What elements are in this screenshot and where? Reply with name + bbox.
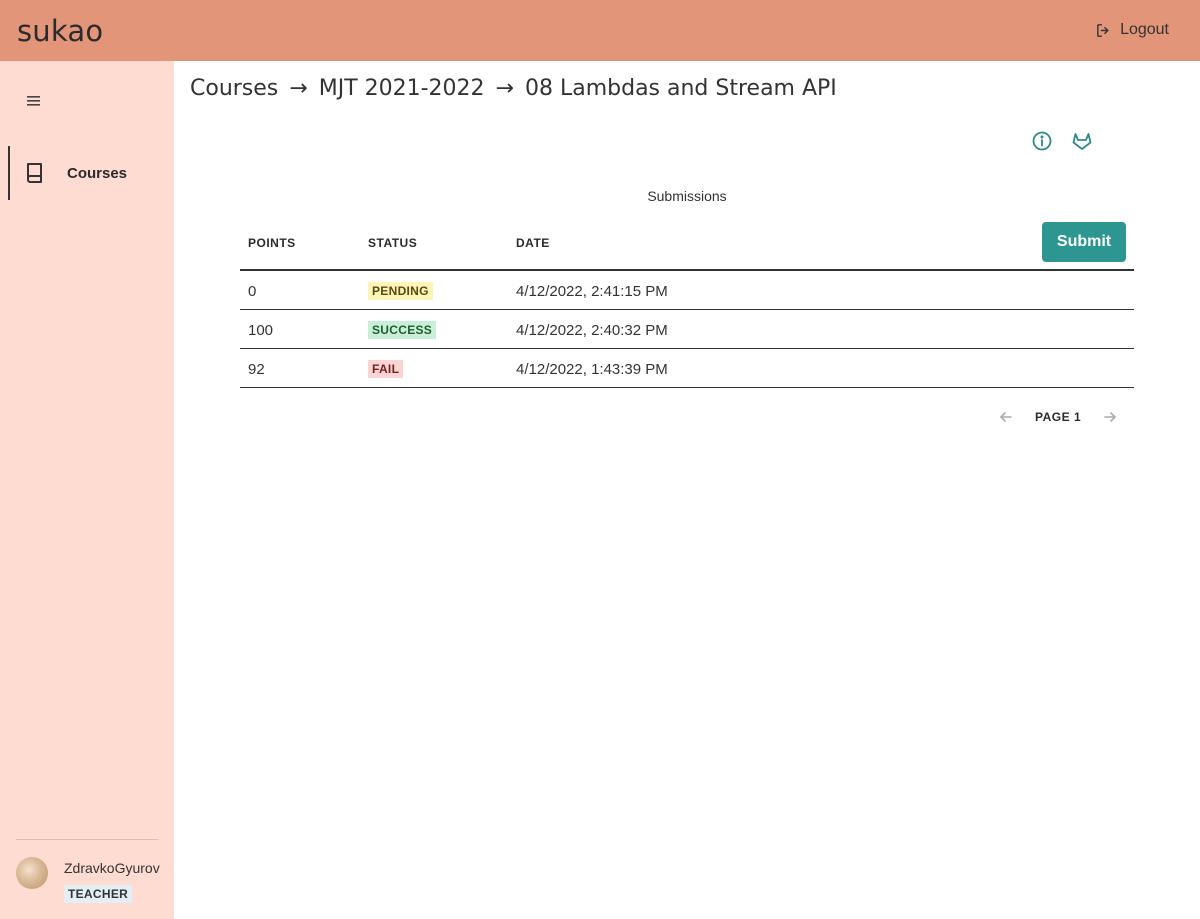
top-bar: sukao Logout <box>0 0 1200 61</box>
table-row[interactable]: 100 SUCCESS 4/12/2022, 2:40:32 PM <box>240 310 1134 349</box>
submit-button[interactable]: Submit <box>1042 222 1126 262</box>
next-page-button[interactable] <box>1100 407 1120 427</box>
info-icon <box>1032 131 1052 151</box>
breadcrumb: Courses → MJT 2021-2022 → 08 Lambdas and… <box>190 76 837 101</box>
status-badge: SUCCESS <box>368 321 437 339</box>
prev-page-button[interactable] <box>996 407 1016 427</box>
table-header: POINTS STATUS DATE Submit <box>240 215 1134 271</box>
avatar[interactable] <box>16 857 48 889</box>
column-header-points: POINTS <box>248 236 296 250</box>
arrow-left-icon <box>1000 412 1012 422</box>
arrow-right-icon <box>1104 412 1116 422</box>
app-title: sukao <box>17 14 104 48</box>
breadcrumb-item-assignment: 08 Lambdas and Stream API <box>524 76 837 101</box>
table-row[interactable]: 0 PENDING 4/12/2022, 2:41:15 PM <box>240 271 1134 310</box>
points-cell: 92 <box>248 361 265 378</box>
column-header-status: STATUS <box>368 236 418 250</box>
breadcrumb-item-courses[interactable]: Courses <box>190 76 278 101</box>
status-badge: FAIL <box>368 360 404 378</box>
sidebar: Courses ZdravkoGyurov TEACHER <box>0 61 174 919</box>
gitlab-button[interactable] <box>1070 130 1092 152</box>
pagination: PAGE 1 <box>996 407 1120 427</box>
submissions-table: POINTS STATUS DATE Submit 0 PENDING 4/12… <box>240 215 1134 388</box>
date-cell: 4/12/2022, 1:43:39 PM <box>516 361 668 378</box>
breadcrumb-separator: → <box>289 76 308 101</box>
username: ZdravkoGyurov <box>64 860 160 876</box>
submissions-caption: Submissions <box>647 188 727 204</box>
menu-toggle-button[interactable] <box>25 93 43 109</box>
points-cell: 100 <box>248 322 274 339</box>
status-badge: PENDING <box>368 282 433 300</box>
book-icon <box>27 163 42 183</box>
breadcrumb-item-course[interactable]: MJT 2021-2022 <box>319 76 485 101</box>
column-header-date: DATE <box>516 236 550 250</box>
logout-icon <box>1097 23 1109 37</box>
info-button[interactable] <box>1031 130 1053 152</box>
logout-label: Logout <box>1120 21 1169 38</box>
table-row[interactable]: 92 FAIL 4/12/2022, 1:43:39 PM <box>240 349 1134 388</box>
page-label: PAGE 1 <box>1035 410 1082 424</box>
gitlab-icon <box>1072 133 1092 150</box>
role-badge: TEACHER <box>64 885 133 903</box>
points-cell: 0 <box>248 283 257 300</box>
sidebar-item-label: Courses <box>67 164 128 182</box>
breadcrumb-separator: → <box>495 76 514 101</box>
hamburger-icon <box>27 96 40 106</box>
date-cell: 4/12/2022, 2:40:32 PM <box>516 322 668 339</box>
sidebar-item-courses[interactable]: Courses <box>8 146 174 200</box>
sidebar-divider <box>16 839 158 840</box>
logout-button[interactable]: Logout <box>1095 21 1169 39</box>
date-cell: 4/12/2022, 2:41:15 PM <box>516 283 668 300</box>
